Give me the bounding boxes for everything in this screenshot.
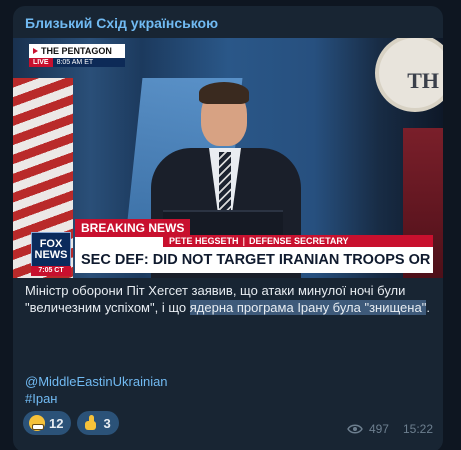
hair xyxy=(199,82,249,104)
post-text: Міністр оборони Піт Хегсет заявив, що ат… xyxy=(25,282,435,316)
view-count: 497 xyxy=(368,422,389,436)
message-meta: 497 15:22 xyxy=(347,422,433,436)
message-bubble: Близький Схід українською TH THE PENTAGO… xyxy=(13,6,443,450)
headline: SEC DEF: DID NOT TARGET IRANIAN TROOPS O… xyxy=(75,247,433,273)
separator: | xyxy=(242,236,246,246)
hashtag-link[interactable]: #Іран xyxy=(25,390,168,407)
reaction-count: 12 xyxy=(49,415,64,431)
post-text-end: . xyxy=(426,300,430,315)
triangle-icon xyxy=(33,48,38,54)
eye-icon xyxy=(347,424,363,434)
seal-text: TH xyxy=(407,68,439,93)
speaker-title: DEFENSE SECRETARY xyxy=(249,236,349,246)
thumbs-up-icon xyxy=(83,415,99,431)
video-thumbnail[interactable]: TH THE PENTAGON LIVE 8:05 AM ET BREAKING… xyxy=(13,38,443,278)
live-badge: LIVE xyxy=(29,58,53,67)
nameplate: PETE HEGSETH | DEFENSE SECRETARY xyxy=(163,235,433,247)
reaction-count: 3 xyxy=(103,415,111,431)
reaction-thumbs-up[interactable]: 3 xyxy=(77,411,119,435)
channel-handle-link[interactable]: @MiddleEastinUkrainian xyxy=(25,373,168,390)
post-links: @MiddleEastinUkrainian #Іран xyxy=(25,373,168,407)
speaker-name: PETE HEGSETH xyxy=(169,236,239,246)
reactions-bar: 12 3 xyxy=(23,411,119,435)
post-text-highlight: ядерна програма Ірану була "знищена" xyxy=(189,300,427,315)
fox-time: 7:05 CT xyxy=(31,266,71,276)
bug-time: 8:05 AM ET xyxy=(56,59,94,66)
bug-row: LIVE 8:05 AM ET xyxy=(29,58,125,67)
bug-title-text: THE PENTAGON xyxy=(41,46,112,56)
bug-title: THE PENTAGON xyxy=(29,44,125,58)
channel-name[interactable]: Близький Схід українською xyxy=(25,15,218,31)
grimace-emoji-icon xyxy=(29,415,45,431)
reaction-grimace[interactable]: 12 xyxy=(23,411,72,435)
pentagon-live-bug: THE PENTAGON LIVE 8:05 AM ET xyxy=(29,44,125,67)
message-time: 15:22 xyxy=(402,422,433,436)
